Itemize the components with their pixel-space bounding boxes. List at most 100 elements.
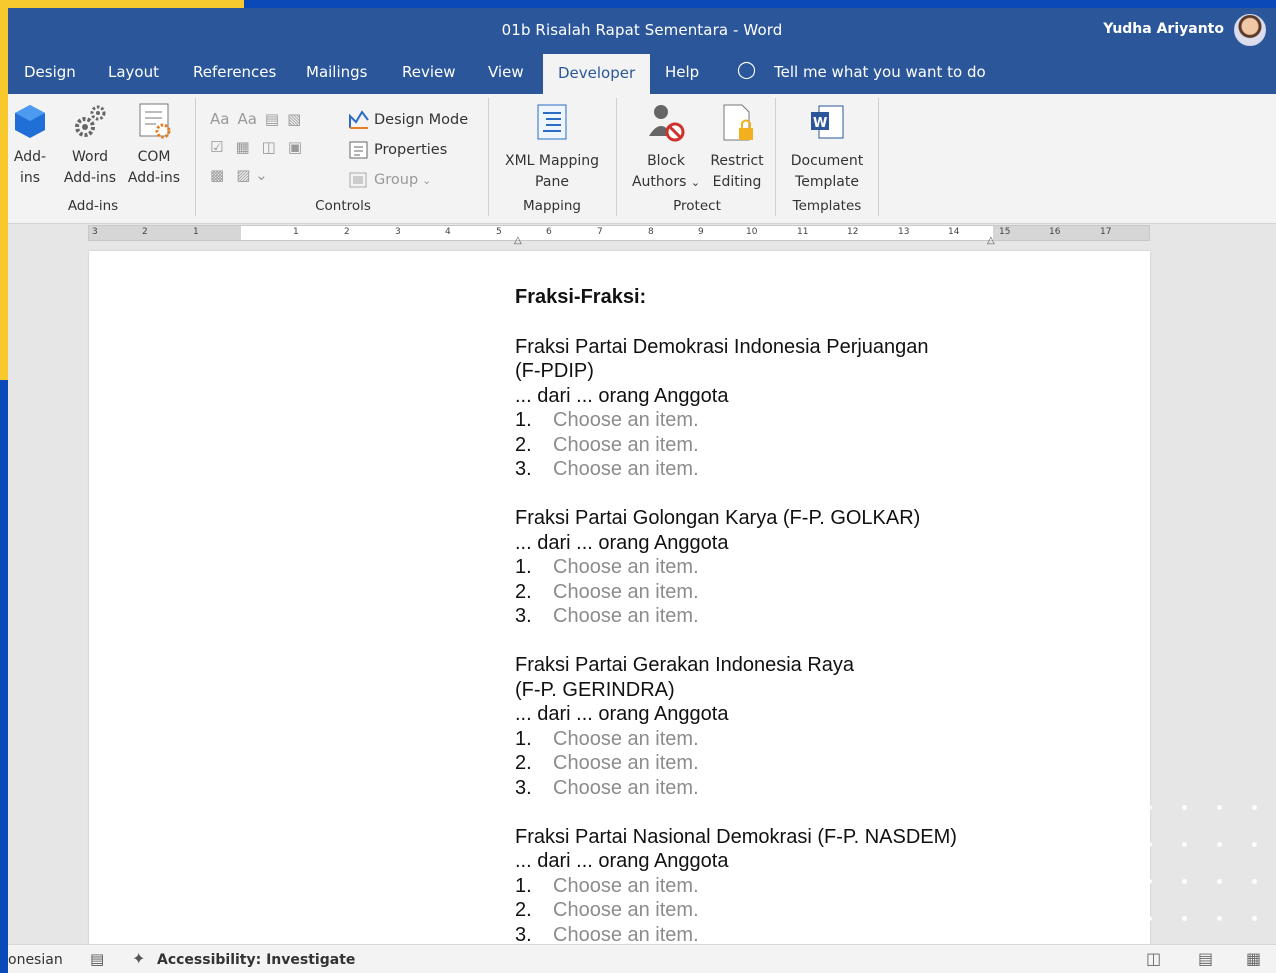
- group-label-mapping: Mapping: [523, 198, 581, 214]
- accessibility-icon[interactable]: ✦: [132, 949, 145, 968]
- svg-text:W: W: [813, 116, 827, 131]
- repeating-section-icon[interactable]: ▩: [210, 166, 224, 184]
- choose-item-dropdown[interactable]: Choose an item.: [553, 457, 699, 482]
- picture-control-icon[interactable]: ▤: [265, 110, 279, 128]
- restrict-editing-button[interactable]: Restrict Editing: [704, 102, 770, 193]
- word-window: 01b Risalah Rapat Sementara - Word Yudha…: [8, 8, 1276, 973]
- avatar[interactable]: [1234, 14, 1266, 46]
- choose-item-dropdown[interactable]: Choose an item.: [553, 898, 699, 923]
- choose-item-dropdown[interactable]: Choose an item.: [553, 408, 699, 433]
- tab-help[interactable]: Help: [665, 63, 699, 81]
- com-add-ins-icon: [139, 103, 171, 139]
- list-item: 2. Choose an item.: [515, 580, 1035, 605]
- choose-item-dropdown[interactable]: Choose an item.: [553, 555, 699, 580]
- block-authors-button[interactable]: Block Authors ⌄: [628, 102, 704, 193]
- word-add-ins-label-1: Word: [72, 149, 108, 165]
- xml-mapping-label-2: Pane: [535, 174, 569, 190]
- left-indent-marker[interactable]: △: [514, 235, 522, 246]
- choose-item-dropdown[interactable]: Choose an item.: [553, 874, 699, 899]
- block-authors-label-2: Authors ⌄: [628, 172, 704, 193]
- building-block-icon[interactable]: ▧: [287, 110, 301, 128]
- document-page[interactable]: Fraksi-Fraksi: Fraksi Partai Demokrasi I…: [89, 251, 1150, 951]
- group-label-controls: Controls: [315, 198, 371, 214]
- restrict-editing-icon: [723, 104, 753, 141]
- group-label: Group: [374, 172, 419, 188]
- list-item: 1. Choose an item.: [515, 874, 1035, 899]
- lightbulb-icon[interactable]: ◯: [737, 60, 756, 80]
- print-layout-icon[interactable]: ▤: [1198, 949, 1213, 968]
- member-line: ... dari ... orang Anggota: [515, 384, 729, 407]
- com-add-ins-label-2: Add-ins: [127, 170, 181, 186]
- choose-item-dropdown[interactable]: Choose an item.: [553, 776, 699, 801]
- group-divider: [878, 98, 879, 216]
- tab-design[interactable]: Design: [24, 63, 76, 81]
- properties-label: Properties: [374, 142, 448, 158]
- decor-dot: [1182, 805, 1187, 810]
- design-mode-button[interactable]: Design Mode: [348, 110, 468, 130]
- user-name[interactable]: Yudha Ariyanto: [1103, 21, 1224, 37]
- tab-references[interactable]: References: [193, 63, 276, 81]
- read-mode-icon[interactable]: ◫: [1146, 949, 1161, 968]
- properties-button[interactable]: Properties: [348, 140, 447, 160]
- decor-dot: [1147, 842, 1152, 847]
- member-line: ... dari ... orang Anggota: [515, 703, 729, 725]
- status-bar: onesian ▤ ✦ Accessibility: Investigate ◫…: [8, 944, 1276, 973]
- tab-mailings[interactable]: Mailings: [306, 63, 367, 81]
- decor-dot: [1182, 842, 1187, 847]
- proofing-icon[interactable]: ▤: [90, 950, 104, 968]
- block-authors-label-1: Block: [647, 153, 685, 169]
- decor-dot: [1252, 916, 1257, 921]
- design-mode-label: Design Mode: [374, 112, 469, 128]
- group-divider: [195, 98, 196, 216]
- ruler-margin-right: [993, 226, 1149, 240]
- properties-icon: [349, 141, 368, 159]
- ruler-tick: 15: [999, 227, 1011, 237]
- choose-item-dropdown[interactable]: Choose an item.: [553, 727, 699, 752]
- ruler-tick: 17: [1100, 227, 1112, 237]
- document-body[interactable]: Fraksi-Fraksi: Fraksi Partai Demokrasi I…: [515, 285, 1035, 972]
- tab-review[interactable]: Review: [402, 63, 456, 81]
- language-indicator[interactable]: onesian: [8, 952, 63, 968]
- add-ins-button[interactable]: Add- ins: [10, 102, 50, 189]
- ruler-tick: 5: [496, 227, 502, 237]
- choose-item-dropdown[interactable]: Choose an item.: [553, 604, 699, 629]
- decor-dot: [1252, 879, 1257, 884]
- faction-abbrev: (F-PDIP): [515, 360, 594, 382]
- xml-mapping-pane-button[interactable]: XML Mapping Pane: [498, 102, 606, 193]
- tab-layout[interactable]: Layout: [108, 63, 159, 81]
- window-title: 01b Risalah Rapat Sementara - Word: [501, 21, 783, 39]
- right-indent-marker[interactable]: △: [987, 235, 995, 246]
- faction-block: Fraksi Partai Golongan Karya (F-P. GOLKA…: [515, 506, 1035, 629]
- web-layout-icon[interactable]: ▦: [1246, 949, 1261, 968]
- com-add-ins-label-1: COM: [137, 149, 171, 165]
- faction-block: Fraksi Partai Gerakan Indonesia Raya (F-…: [515, 653, 1035, 800]
- document-template-label-2: Template: [795, 174, 859, 190]
- decor-dot: [1182, 916, 1187, 921]
- tab-view[interactable]: View: [488, 63, 524, 81]
- word-add-ins-button[interactable]: Word Add-ins: [60, 102, 120, 189]
- horizontal-ruler[interactable]: 3 2 1 1 2 3 4 5 6 7 8 9 10 11 12 13 14 1…: [88, 225, 1150, 246]
- plain-text-control-icon[interactable]: Aa: [237, 110, 256, 128]
- tell-me-input[interactable]: Tell me what you want to do: [774, 63, 986, 81]
- decor-dot: [1217, 842, 1222, 847]
- date-picker-icon[interactable]: ▣: [288, 138, 302, 156]
- drop-down-list-icon[interactable]: ◫: [262, 138, 276, 156]
- tab-developer[interactable]: Developer: [543, 54, 651, 94]
- list-item: 1. Choose an item.: [515, 408, 1035, 433]
- choose-item-dropdown[interactable]: Choose an item.: [553, 751, 699, 776]
- accessibility-status[interactable]: Accessibility: Investigate: [157, 952, 355, 968]
- gears-icon: [75, 105, 106, 137]
- document-template-button[interactable]: W Document Template: [784, 102, 870, 193]
- checkbox-control-icon[interactable]: ☑: [210, 138, 223, 156]
- group-button[interactable]: Group ⌄: [348, 170, 431, 190]
- rich-text-control-icon[interactable]: Aa: [210, 110, 229, 128]
- combo-box-icon[interactable]: ▦: [235, 138, 249, 156]
- choose-item-dropdown[interactable]: Choose an item.: [553, 580, 699, 605]
- chevron-down-icon: ⌄: [422, 173, 432, 187]
- legacy-tools-icon[interactable]: ▨ ⌄: [236, 166, 268, 184]
- ribbon-tabs: Design Layout References Mailings Review…: [8, 54, 1276, 94]
- choose-item-dropdown[interactable]: Choose an item.: [553, 433, 699, 458]
- com-add-ins-button[interactable]: COM Add-ins: [124, 102, 184, 189]
- ruler-tick: 10: [746, 227, 758, 237]
- faction-title: Fraksi Partai Demokrasi Indonesia Perjua…: [515, 335, 929, 358]
